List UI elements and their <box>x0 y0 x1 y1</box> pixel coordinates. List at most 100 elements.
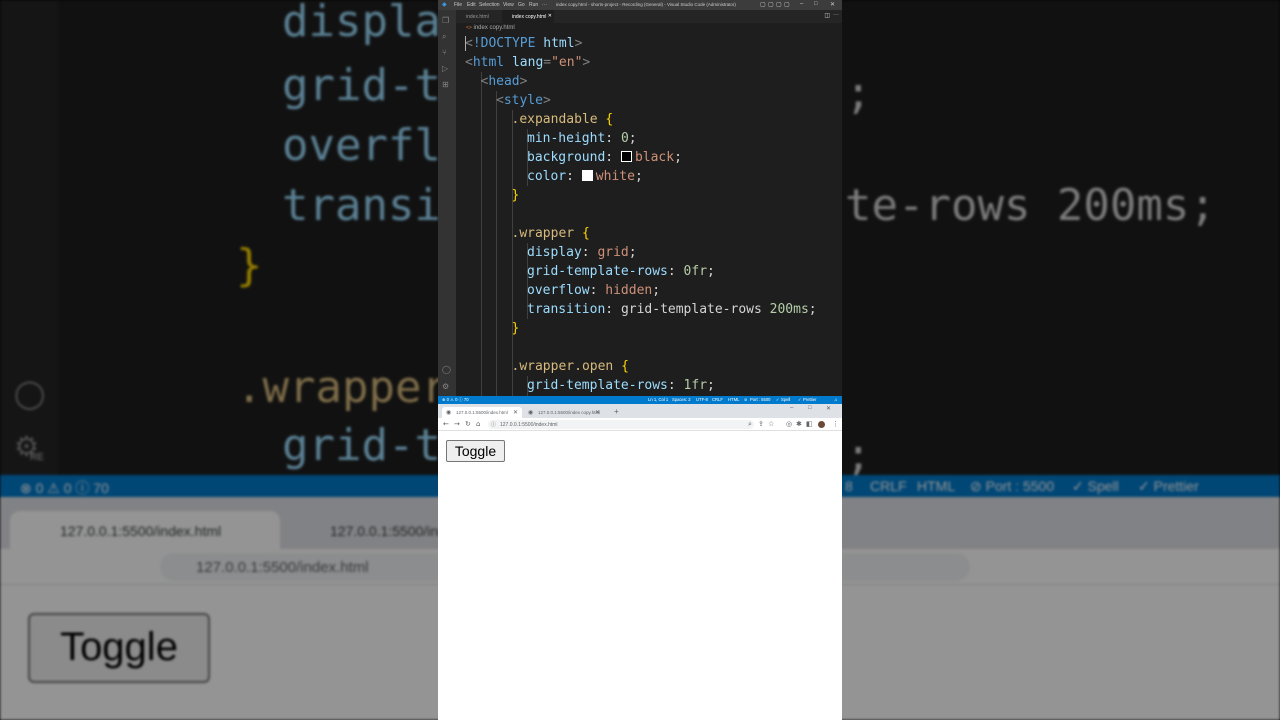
check-icon: ✓ <box>776 397 780 402</box>
code-token: html <box>535 36 575 51</box>
settings-gear-icon[interactable]: ⚙ <box>442 382 452 392</box>
layout-icon[interactable]: ▢ <box>784 1 790 8</box>
close-window-icon[interactable]: ✕ <box>826 405 831 412</box>
code-line: min-height: 0; <box>527 129 637 148</box>
status-prettier[interactable]: Prettier <box>803 397 817 402</box>
split-editor-icon[interactable]: ◫ <box>824 12 830 19</box>
source-control-icon[interactable]: ⑂ <box>442 48 452 58</box>
avatar[interactable] <box>818 421 825 428</box>
window-title: index copy.html - shorts-project - Recor… <box>556 2 736 7</box>
tab-index-html[interactable]: index.html <box>456 10 502 23</box>
new-tab-icon[interactable]: + <box>614 407 619 416</box>
code-token: > <box>582 55 591 70</box>
code-token: head <box>488 74 520 89</box>
menu-file[interactable]: File <box>454 2 462 8</box>
activity-bar: ❐ ⌕ ⑂ ▷ ⊞ ◯ ⚙ <box>438 10 456 396</box>
code-token: !DOCTYPE <box>472 36 536 51</box>
minimize-icon[interactable]: – <box>800 1 803 7</box>
status-eol[interactable]: CRLF <box>712 397 723 402</box>
code-token: < <box>496 93 504 108</box>
vscode-status-bar: ⊗ 0 ⚠ 0 ⓘ 70 Ln 1, Col 1 Spaces: 2 UTF-8… <box>438 396 842 404</box>
status-port[interactable]: Port : 5500 <box>750 397 771 402</box>
tab-index-copy-html[interactable]: index copy.html ✕ <box>502 10 554 23</box>
code-token: 0fr <box>683 264 708 279</box>
address-bar[interactable]: ⓘ 127.0.0.1:5500/index.html <box>488 420 754 429</box>
code-token: ; <box>707 378 715 393</box>
menu-view[interactable]: View <box>503 2 514 8</box>
code-token: ; <box>634 169 643 184</box>
layout-icon[interactable]: ▢ <box>776 1 782 8</box>
code-token: : <box>667 264 684 279</box>
code-token: 0 <box>620 131 629 146</box>
close-tab-icon[interactable]: ✕ <box>513 409 518 416</box>
search-icon[interactable]: ⌕ <box>442 32 452 42</box>
code-token: 1fr <box>683 378 708 393</box>
code-token: : <box>605 302 621 317</box>
share-icon[interactable]: ⇪ <box>758 420 764 428</box>
code-token: min-height <box>527 131 606 146</box>
status-problems[interactable]: ⊗ 0 ⚠ 0 ⓘ 70 <box>442 397 469 403</box>
menu-edit[interactable]: Edit <box>467 2 476 8</box>
code-line: grid-template-rows: 1fr; <box>527 376 715 395</box>
layout-icon[interactable]: ▢ <box>760 1 766 8</box>
maximize-icon[interactable]: □ <box>808 405 812 411</box>
layout-icon[interactable]: ▢ <box>768 1 774 8</box>
code-token: { <box>574 226 590 241</box>
menu-run[interactable]: Run <box>529 2 538 8</box>
reload-icon[interactable]: ↻ <box>465 420 471 428</box>
code-token: ; <box>808 302 817 317</box>
run-debug-icon[interactable]: ▷ <box>442 64 452 74</box>
extensions-icon[interactable]: ⊞ <box>442 80 452 90</box>
code-line: transition: grid-template-rows 200ms; <box>527 300 817 319</box>
close-tab-icon[interactable]: ✕ <box>595 409 600 416</box>
side-panel-icon[interactable]: ◧ <box>806 420 813 428</box>
editor-tabs: index.html index copy.html ✕ ◫ ··· <box>456 10 842 23</box>
extension-icon[interactable]: ◎ <box>786 420 792 428</box>
status-language[interactable]: HTML <box>728 397 739 402</box>
code-token: .expandable <box>511 112 598 127</box>
more-actions-icon[interactable]: ··· <box>833 12 839 18</box>
toggle-button[interactable]: Toggle <box>446 440 505 462</box>
code-line: } <box>512 186 520 205</box>
code-editor[interactable]: <!DOCTYPE html> <html lang="en"> <head> <st… <box>456 34 842 396</box>
minimize-icon[interactable]: – <box>790 405 793 411</box>
extensions-puzzle-icon[interactable]: ✱ <box>796 420 802 428</box>
chrome-tab-index[interactable]: ◉ 127.0.0.1:5500/index.html ✕ <box>442 407 522 418</box>
status-spell[interactable]: Spell <box>781 397 790 402</box>
code-token: : <box>589 283 606 298</box>
zoom-icon[interactable]: ⌕ <box>748 420 752 429</box>
close-tab-icon[interactable]: ✕ <box>548 13 552 19</box>
chrome-window: ◉ 127.0.0.1:5500/index.html ✕ ◉ 127.0.0.… <box>438 404 842 720</box>
code-token: html <box>472 55 505 70</box>
explorer-icon[interactable]: ❐ <box>442 16 452 26</box>
status-encoding[interactable]: UTF-8 <box>696 397 708 402</box>
forward-icon[interactable]: → <box>454 420 460 428</box>
vscode-titlebar: ◆ File Edit Selection View Go Run ··· in… <box>438 0 842 10</box>
more-menu-icon[interactable]: ⋮ <box>832 420 839 428</box>
code-token: > <box>574 36 583 51</box>
bookmark-star-icon[interactable]: ☆ <box>768 420 774 428</box>
code-line: <!DOCTYPE html> <box>465 34 582 53</box>
code-token: white <box>595 169 635 184</box>
notifications-icon[interactable]: ♫ <box>834 397 837 402</box>
status-position[interactable]: Ln 1, Col 1 <box>648 397 668 402</box>
account-icon[interactable]: ◯ <box>442 365 452 375</box>
maximize-icon[interactable]: □ <box>814 1 818 7</box>
close-window-icon[interactable]: ✕ <box>830 1 835 8</box>
menu-more[interactable]: ··· <box>542 2 547 8</box>
breadcrumb[interactable]: <> index copy.html <box>456 23 842 34</box>
code-token: ; <box>628 131 637 146</box>
chrome-tab-index-copy[interactable]: ◉ 127.0.0.1:5500/index copy.html ✕ <box>524 407 604 418</box>
code-token: ; <box>674 150 682 165</box>
cursor <box>465 36 466 51</box>
status-spaces[interactable]: Spaces: 2 <box>672 397 691 402</box>
home-icon[interactable]: ⌂ <box>476 420 480 428</box>
menu-go[interactable]: Go <box>518 2 525 8</box>
back-icon[interactable]: ← <box>443 420 449 428</box>
code-line: background: black; <box>527 148 682 167</box>
code-token: ; <box>707 264 715 279</box>
code-token: : <box>581 245 598 260</box>
code-line: <style> <box>496 91 551 110</box>
menu-selection[interactable]: Selection <box>479 2 500 8</box>
code-token: lang <box>504 55 544 70</box>
